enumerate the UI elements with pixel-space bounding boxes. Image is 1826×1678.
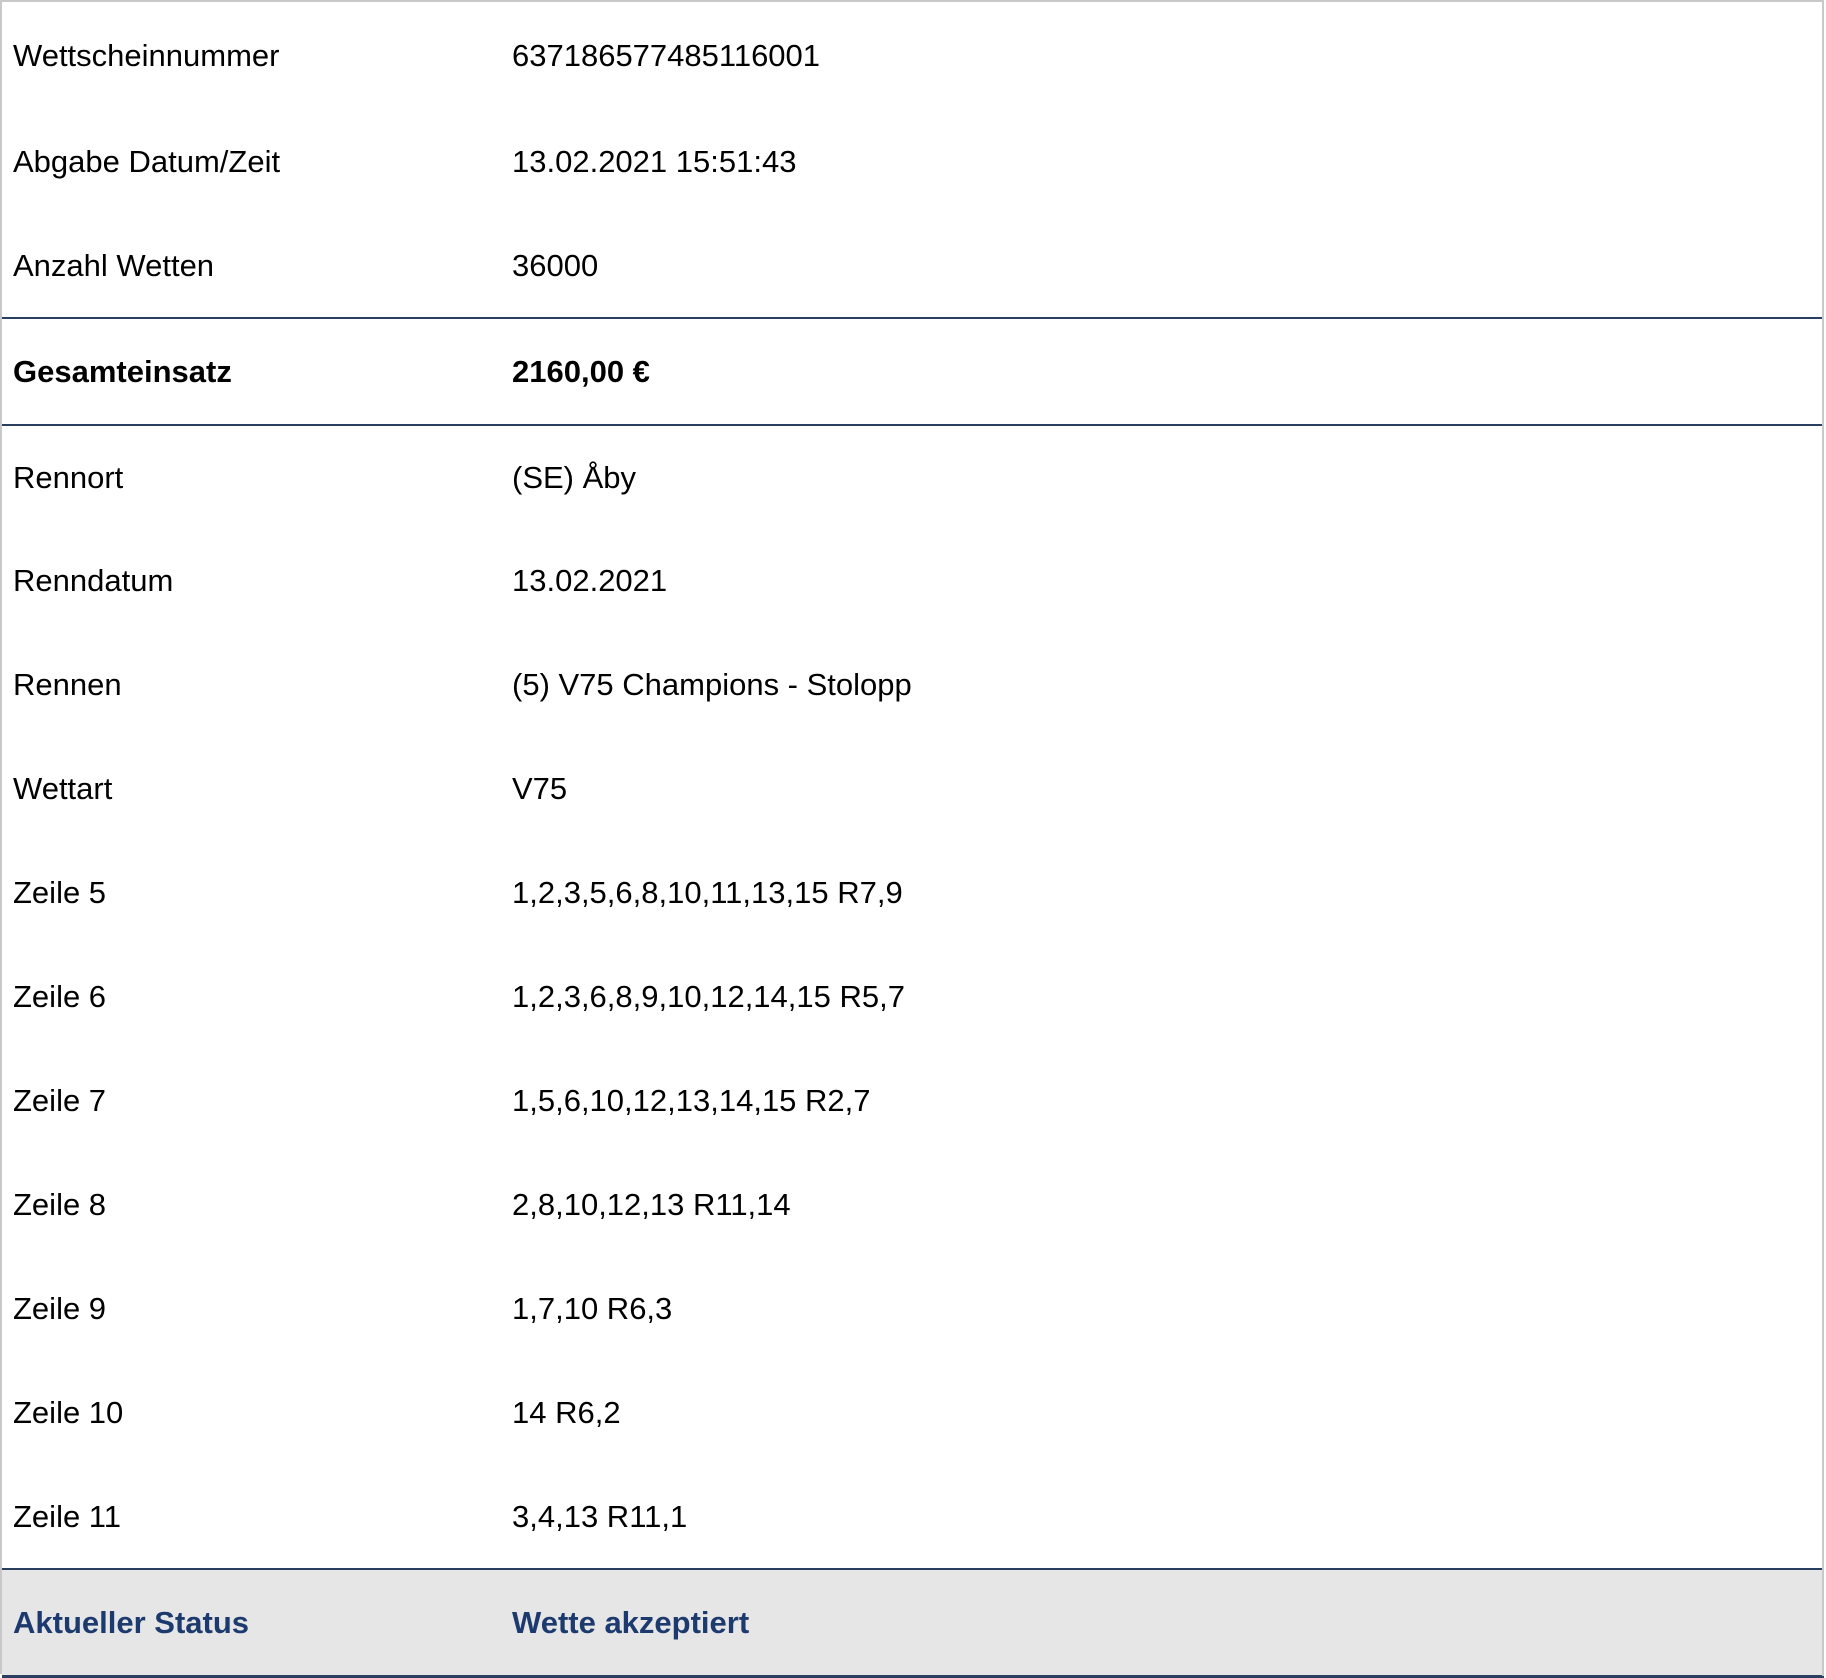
line-11-label: Zeile 11: [13, 1498, 121, 1534]
detail-row-line-6: Zeile 6 1,2,3,6,8,9,10,12,14,15 R5,7: [2, 945, 1824, 1049]
status-row: Aktueller Status Wette akzeptiert: [2, 1568, 1824, 1678]
bet-details-table: Wettscheinnummer 637186577485116001 Abga…: [2, 2, 1824, 1678]
bet-receipt: Wettscheinnummer 637186577485116001 Abga…: [0, 0, 1824, 1678]
detail-row-line-5: Zeile 5 1,2,3,5,6,8,10,11,13,15 R7,9: [2, 841, 1824, 945]
bet-count-label: Anzahl Wetten: [13, 247, 215, 283]
detail-row-bet-type: Wettart V75: [2, 737, 1824, 841]
bet-type-value: V75: [512, 771, 568, 806]
right-border-divider: [1822, 0, 1824, 1676]
line-9-label: Zeile 9: [13, 1291, 107, 1326]
line-7-label: Zeile 7: [13, 1083, 107, 1118]
detail-row-race-location: Rennort (SE) Åby: [2, 425, 1824, 529]
detail-row-line-8: Zeile 8 2,8,10,12,13 R11,14: [2, 1153, 1824, 1257]
bet-count-value: 36000: [512, 247, 599, 283]
race-value: (5) V75 Champions - Stolopp: [512, 667, 912, 702]
line-5-value: 1,2,3,5,6,8,10,11,13,15 R7,9: [512, 875, 903, 910]
detail-row-line-7: Zeile 7 1,5,6,10,12,13,14,15 R2,7: [2, 1049, 1824, 1153]
detail-row-line-10: Zeile 10 14 R6,2: [2, 1361, 1824, 1465]
detail-row-line-11: Zeile 11 3,4,13 R11,1: [2, 1465, 1824, 1569]
status-label: Aktueller Status: [2, 1568, 512, 1678]
line-5-label: Zeile 5: [13, 875, 107, 910]
submission-time-label: Abgabe Datum/Zeit: [13, 144, 281, 179]
race-date-label: Renndatum: [13, 563, 174, 598]
line-7-value: 1,5,6,10,12,13,14,15 R2,7: [512, 1083, 871, 1118]
detail-row-race: Rennen (5) V75 Champions - Stolopp: [2, 633, 1824, 737]
detail-row-bet-count: Anzahl Wetten 36000: [2, 214, 1824, 318]
bet-type-label: Wettart: [13, 771, 113, 806]
race-date-value: 13.02.2021: [512, 563, 668, 598]
detail-row-line-9: Zeile 9 1,7,10 R6,3: [2, 1257, 1824, 1361]
ticket-number-value: 637186577485116001: [512, 38, 821, 73]
total-stake-value: 2160,00 €: [512, 317, 1824, 426]
ticket-number-label: Wettscheinnummer: [13, 38, 280, 73]
line-10-value: 14 R6,2: [512, 1395, 621, 1430]
detail-row-race-date: Renndatum 13.02.2021: [2, 529, 1824, 633]
status-value: Wette akzeptiert: [512, 1568, 1824, 1678]
detail-row-submission-time: Abgabe Datum/Zeit 13.02.2021 15:51:43: [2, 110, 1824, 214]
submission-time-value: 13.02.2021 15:51:43: [512, 144, 797, 179]
line-11-value: 3,4,13 R11,1: [512, 1498, 688, 1534]
line-10-label: Zeile 10: [13, 1395, 124, 1430]
line-6-value: 1,2,3,6,8,9,10,12,14,15 R5,7: [512, 979, 905, 1014]
total-stake-row: Gesamteinsatz 2160,00 €: [2, 317, 1824, 426]
line-6-label: Zeile 6: [13, 979, 107, 1014]
line-8-label: Zeile 8: [13, 1187, 107, 1222]
line-8-value: 2,8,10,12,13 R11,14: [512, 1187, 791, 1222]
race-location-label: Rennort: [13, 459, 124, 495]
race-location-value: (SE) Åby: [512, 459, 637, 495]
detail-row-ticket-number: Wettscheinnummer 637186577485116001: [2, 2, 1824, 110]
line-9-value: 1,7,10 R6,3: [512, 1291, 673, 1326]
total-stake-label: Gesamteinsatz: [2, 317, 512, 426]
race-label: Rennen: [13, 667, 122, 702]
